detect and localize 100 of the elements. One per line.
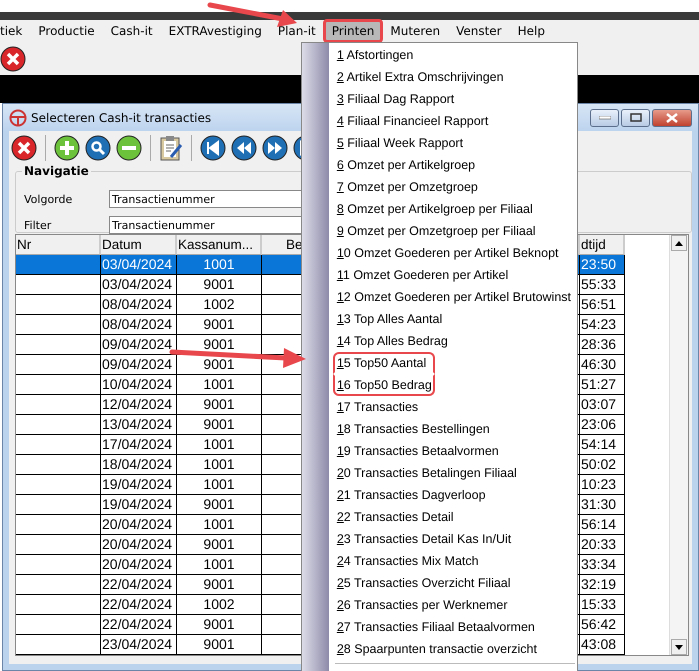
table-cell: 54:14 <box>580 435 625 455</box>
menu-item[interactable]: 11 Omzet Goederen per Artikel <box>332 264 514 286</box>
table-cell: 1001 <box>177 475 262 495</box>
search-icon[interactable] <box>85 135 111 161</box>
table-cell: 12/04/2024 <box>101 395 177 415</box>
menu-item[interactable]: 5 Filiaal Week Rapport <box>332 132 470 154</box>
menu-item[interactable]: 8 Omzet per Artikelgroep per Filiaal <box>332 198 539 220</box>
clipboard-icon[interactable] <box>159 135 183 161</box>
table-cell: 22/04/2024 <box>101 575 177 595</box>
table-cell: 9001 <box>177 635 262 655</box>
maximize-button[interactable] <box>621 108 650 126</box>
menu-bar-item[interactable]: Printen <box>324 20 382 42</box>
menu-bar-item[interactable]: EXTRAvestiging <box>160 20 270 42</box>
menu-item[interactable]: 1 Afstortingen <box>332 44 420 66</box>
table-cell: 46:30 <box>580 355 625 375</box>
down-arrow-icon <box>675 644 683 650</box>
column-header[interactable]: Kassanum... <box>177 235 262 255</box>
menu-item[interactable]: 28 Spaarpunten transactie overzicht <box>332 638 543 660</box>
menu-item[interactable]: 19 Transacties Betaalvormen <box>332 440 505 462</box>
menu-item[interactable]: 23 Transacties Detail Kas In/Uit <box>332 528 518 550</box>
menu-item[interactable]: 14 Top Alles Bedrag <box>332 330 454 352</box>
table-cell: 09/04/2024 <box>101 355 177 375</box>
table-cell: 10/04/2024 <box>101 375 177 395</box>
table-cell: 1001 <box>177 515 262 535</box>
menu-bar-item[interactable]: Productie <box>30 20 103 42</box>
table-cell: 54:23 <box>580 315 625 335</box>
table-cell: 9001 <box>177 335 262 355</box>
menu-item[interactable]: 27 Transacties Filiaal Betaalvormen <box>332 616 541 638</box>
table-cell: 56:51 <box>580 295 625 315</box>
table-cell: 50:02 <box>580 455 625 475</box>
menu-item[interactable]: 6 Omzet per Artikelgroep <box>332 154 482 176</box>
menu-item[interactable]: 2 Artikel Extra Omschrijvingen <box>332 66 510 88</box>
table-cell: 20/04/2024 <box>101 535 177 555</box>
first-record-icon[interactable] <box>200 135 226 161</box>
table-cell: 08/04/2024 <box>101 295 177 315</box>
menu-item[interactable]: 13 Top Alles Aantal <box>332 308 448 330</box>
table-cell: 20/04/2024 <box>101 555 177 575</box>
menu-item[interactable]: 17 Transacties <box>332 396 424 418</box>
app-logo-icon <box>9 108 27 126</box>
menu-bar-item[interactable]: Cash-it <box>102 20 161 42</box>
rewind-icon[interactable] <box>231 135 257 161</box>
table-cell: 9001 <box>177 495 262 515</box>
table-cell: 22/04/2024 <box>101 615 177 635</box>
fast-forward-icon[interactable] <box>262 135 288 161</box>
table-cell: 43:08 <box>580 635 625 655</box>
menu-item[interactable]: 21 Transacties Dagverloop <box>332 484 492 506</box>
close-icon[interactable] <box>11 135 37 161</box>
remove-icon[interactable] <box>116 135 142 161</box>
table-cell: 56:14 <box>580 515 625 535</box>
menu-item[interactable]: 7 Omzet per Omzetgroep <box>332 176 484 198</box>
menu-item[interactable]: 22 Transacties Detail <box>332 506 460 528</box>
menu-bar-item[interactable]: Muteren <box>382 20 448 42</box>
table-cell: 9001 <box>177 415 262 435</box>
column-header[interactable]: dtijd <box>580 235 625 255</box>
field-label: Volgorde <box>24 192 74 206</box>
scroll-up-button[interactable] <box>671 235 687 251</box>
menu-item[interactable]: 25 Transacties Overzicht Filiaal <box>332 572 517 594</box>
column-header[interactable]: Nr <box>16 235 101 255</box>
table-cell: 15:33 <box>580 595 625 615</box>
table-cell: 9001 <box>177 395 262 415</box>
maximize-icon <box>630 113 642 122</box>
menu-bar-item[interactable]: tiek <box>0 20 30 42</box>
menu-bar-item[interactable]: Venster <box>448 20 510 42</box>
close-icon <box>666 112 678 122</box>
close-icon[interactable] <box>0 46 26 72</box>
menu-item[interactable]: 9 Omzet per Omzetgroep per Filiaal <box>332 220 542 242</box>
table-cell: 1002 <box>177 295 262 315</box>
menu-item[interactable]: 20 Transacties Betalingen Filiaal <box>332 462 523 484</box>
table-cell: 33:34 <box>580 555 625 575</box>
column-header[interactable]: Datum <box>101 235 177 255</box>
close-button[interactable] <box>652 108 692 126</box>
table-cell: 1001 <box>177 555 262 575</box>
menu-item[interactable]: 24 Transacties Mix Match <box>332 550 485 572</box>
table-cell: 19/04/2024 <box>101 475 177 495</box>
menu-item[interactable]: 16 Top50 Bedrag <box>332 374 435 396</box>
minimize-button[interactable] <box>590 108 619 126</box>
table-cell: 9001 <box>177 315 262 335</box>
table-cell: 9001 <box>177 355 262 375</box>
scrollbar[interactable] <box>669 235 688 655</box>
table-cell: 03/04/2024 <box>101 255 177 275</box>
menu-item[interactable]: 4 Filiaal Financieel Rapport <box>332 110 494 132</box>
menu-item[interactable]: 15 Top50 Aantal <box>332 352 435 374</box>
menu-item[interactable]: 18 Transacties Bestellingen <box>332 418 496 440</box>
menu-item[interactable]: 3 Filiaal Dag Rapport <box>332 88 460 110</box>
table-cell: 1001 <box>177 255 262 275</box>
table-cell: 55:33 <box>580 275 625 295</box>
menu-item[interactable]: 12 Omzet Goederen per Artikel Brutowinst <box>332 286 577 308</box>
menu-item[interactable]: 26 Transacties per Werknemer <box>332 594 514 616</box>
menu-item[interactable]: 10 Omzet Goederen per Artikel Beknopt <box>332 242 565 264</box>
minimize-icon <box>598 116 610 120</box>
table-cell: 23/04/2024 <box>101 635 177 655</box>
scroll-down-button[interactable] <box>671 639 687 655</box>
table-cell: 18/04/2024 <box>101 455 177 475</box>
table-cell: 1002 <box>177 595 262 615</box>
add-icon[interactable] <box>54 135 80 161</box>
table-cell: 28:36 <box>580 335 625 355</box>
menu-bar-item[interactable]: Help <box>510 20 553 42</box>
table-cell: 51:27 <box>580 375 625 395</box>
menu-bar-item[interactable]: Plan-it <box>270 20 324 42</box>
table-cell: 03:07 <box>580 395 625 415</box>
